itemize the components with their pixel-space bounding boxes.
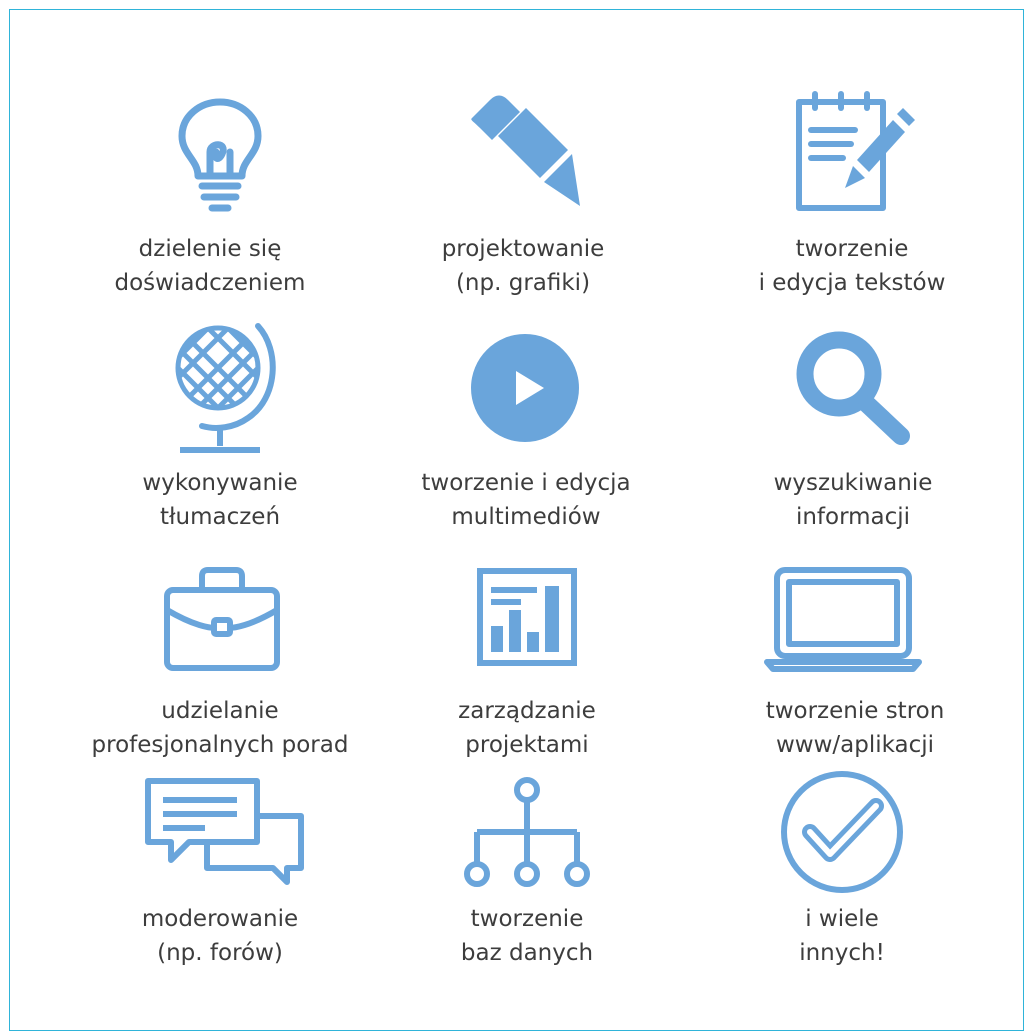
briefcase-icon [164, 567, 280, 671]
chat-icon [145, 778, 304, 885]
chart-icon [477, 568, 577, 666]
item-label-7: udzielanie profesjonalnych porad [91, 698, 349, 758]
item-label-8: zarządzanie projektami [458, 698, 596, 758]
lightbulb-icon [178, 98, 262, 212]
item-label-6: wyszukiwanie informacji [773, 470, 933, 530]
pencil-icon [471, 95, 580, 206]
item-label-3: tworzenie i edycja tekstów [758, 236, 946, 296]
item-label-2: projektowanie (np. grafiki) [441, 236, 605, 296]
checkmark-icon [781, 771, 903, 893]
play-icon [471, 334, 579, 442]
search-icon [796, 331, 910, 445]
network-icon [464, 777, 590, 887]
item-label-1: dzielenie się doświadczeniem [114, 236, 306, 296]
item-label-9: tworzenie stron www/aplikacji [765, 698, 945, 758]
laptop-icon [764, 567, 922, 672]
item-label-5: tworzenie i edycja multimediów [421, 470, 631, 530]
item-label-4: wykonywanie tłumaczeń [142, 470, 298, 530]
globe-icon [175, 323, 276, 453]
item-label-11: tworzenie baz danych [460, 906, 594, 966]
item-label-12: i wiele innych! [799, 906, 885, 966]
notepad-icon [796, 91, 915, 211]
item-label-10: moderowanie (np. forów) [141, 906, 299, 966]
